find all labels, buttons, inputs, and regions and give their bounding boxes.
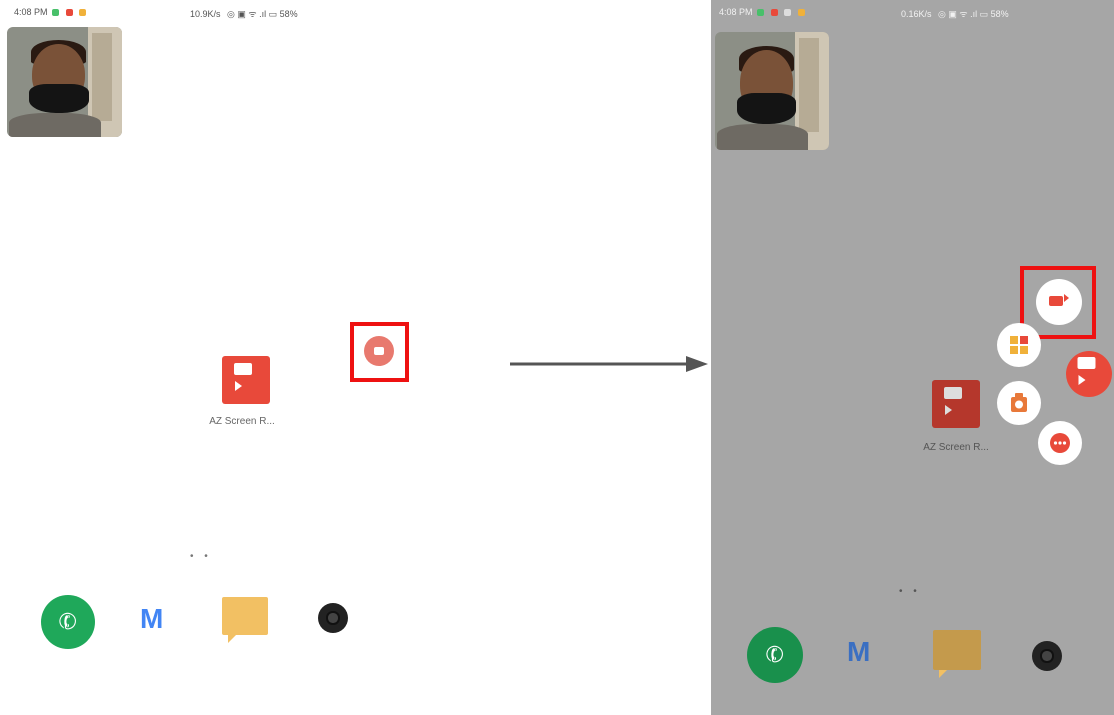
phone-icon: ✆ [54,606,81,637]
phone-app-icon[interactable]: ✆ [747,627,803,683]
highlight-box [350,322,409,382]
person-shirt [9,112,102,137]
screenshot-button[interactable] [997,381,1041,425]
camera-overlay[interactable] [715,32,829,150]
camera-overlay[interactable] [7,27,122,137]
page-indicator: • • [899,586,921,597]
notification-icon [52,9,60,17]
person-mask [28,84,89,113]
notification-icon [79,9,87,17]
person-mask [736,93,796,125]
right-screen: 4:08 PM 0.16K/s ◎ ▣ ᯤ .ıl ▭ 58% AZ Scree… [711,0,1114,715]
person-shirt [717,124,809,150]
screenshot-icon [1011,393,1027,412]
page-indicator: • • [190,551,212,562]
phone-icon: ✆ [761,639,788,670]
status-battery: 58% [279,9,298,19]
gmail-app-icon[interactable]: M [140,603,163,635]
video-camera-icon [234,362,258,398]
video-camera-icon [1077,356,1101,392]
tools-button[interactable] [997,323,1041,367]
az-screen-recorder-app-icon[interactable] [932,380,980,428]
signal-icons: ◎ ▣ ᯤ .ıl ▭ [227,9,278,19]
az-bubble-button[interactable] [1066,351,1112,397]
notification-icon [784,9,792,17]
recorder-notification-icon [770,9,778,17]
status-battery: 58% [990,9,1009,19]
camera-app-icon[interactable] [1032,641,1062,671]
more-button[interactable] [1038,421,1082,465]
signal-icons: ◎ ▣ ᯤ .ıl ▭ [938,9,989,19]
gmail-app-icon[interactable]: M [847,636,870,668]
phone-app-icon[interactable]: ✆ [41,595,95,649]
status-net-speed: 0.16K/s [901,9,932,19]
status-bar: 4:08 PM [14,7,88,17]
notification-icon [797,9,805,17]
status-time: 4:08 PM [14,7,48,17]
status-bar-right: 10.9K/s ◎ ▣ ᯤ .ıl ▭ 58% [190,7,298,20]
video-camera-icon [944,386,968,422]
more-options-icon [1050,433,1070,453]
status-time: 4:08 PM [719,7,753,17]
notification-icon [757,9,765,17]
app-label: AZ Screen R... [923,442,989,453]
left-screen: 4:08 PM 10.9K/s ◎ ▣ ᯤ .ıl ▭ 58% AZ Scree… [0,0,420,715]
status-net-speed: 10.9K/s [190,9,221,19]
camera-app-icon[interactable] [318,603,348,633]
transition-arrow-icon [510,356,708,372]
messages-app-icon[interactable] [933,630,981,678]
messages-app-icon[interactable] [222,597,268,643]
recorder-notification-icon [65,9,73,17]
az-screen-recorder-app-icon[interactable] [222,356,270,404]
grid-tools-icon [1010,336,1028,354]
status-bar: 4:08 PM [719,7,807,17]
status-bar-right: 0.16K/s ◎ ▣ ᯤ .ıl ▭ 58% [901,7,1009,20]
app-label: AZ Screen R... [209,416,275,427]
